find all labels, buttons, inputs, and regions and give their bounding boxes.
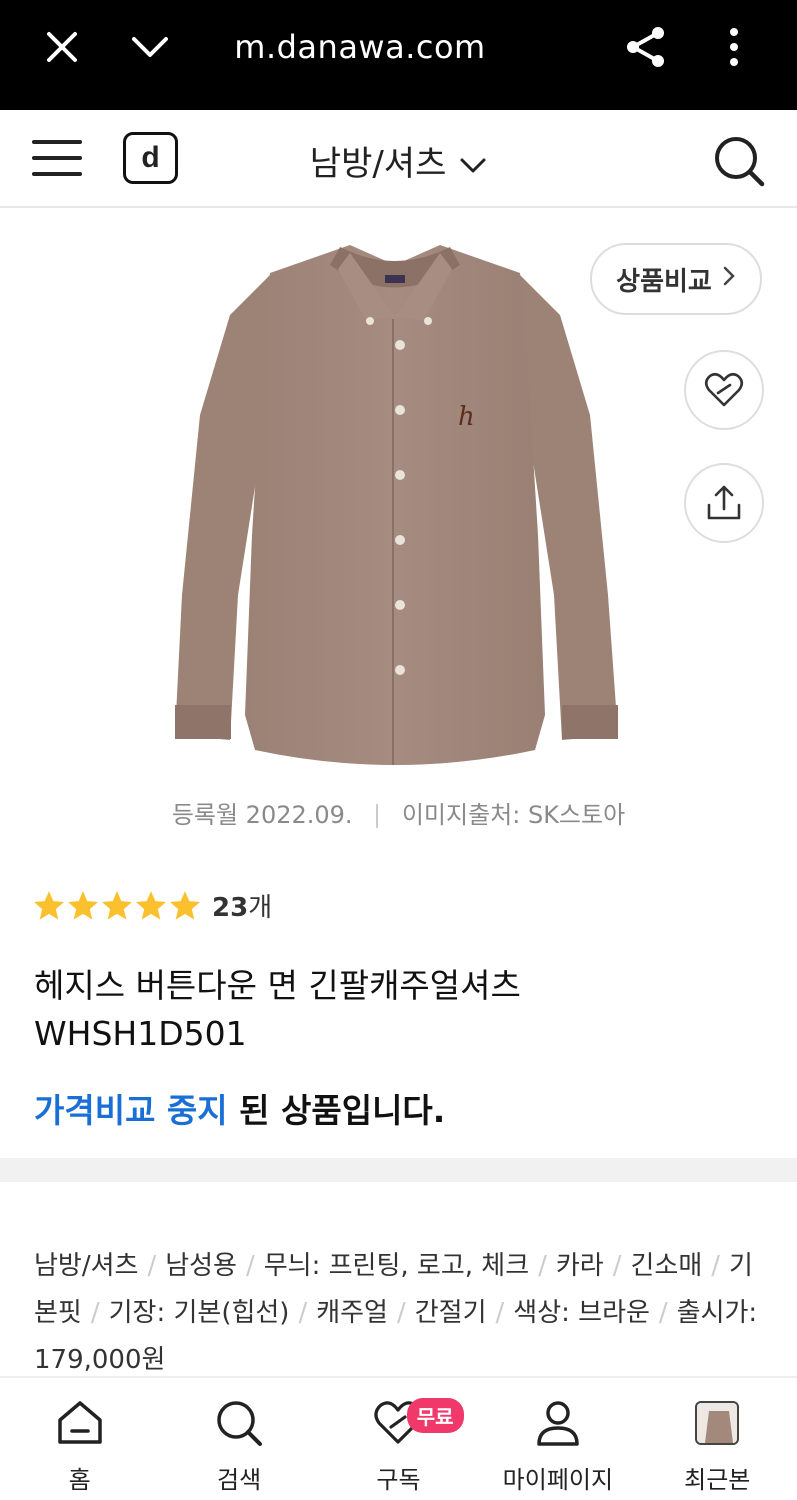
spec-item: 카라 — [555, 1251, 604, 1281]
nav-subscribe-label: 구독 — [376, 1466, 421, 1494]
search-icon — [212, 1396, 266, 1450]
heart-link-icon — [704, 372, 744, 407]
rating-count: 23개 — [212, 887, 272, 924]
section-divider — [0, 1158, 797, 1182]
registered-date: 등록월 2022.09. — [171, 801, 353, 829]
product-title: 헤지스 버튼다운 면 긴팔캐주얼셔츠 WHSH1D501 — [34, 962, 774, 1058]
free-badge: 무료 — [406, 1398, 464, 1433]
home-icon — [53, 1396, 107, 1450]
spec-item: 기장: 기본(힙선) — [108, 1298, 290, 1328]
spec-item: 무늬: 프린팅, 로고, 체크 — [263, 1251, 530, 1281]
product-image-area: h 상품비교 등록월 2022.09. 이미지출처: SK스토아 — [0, 210, 797, 850]
nav-search-label: 검색 — [217, 1466, 262, 1494]
star-icon — [101, 890, 133, 920]
rating-count-unit: 개 — [248, 893, 273, 923]
nav-subscribe[interactable]: 무료 구독 — [319, 1378, 478, 1500]
price-compare-notice: 가격비교 중지 된 상품입니다. — [34, 1084, 445, 1132]
category-label: 남방/셔츠 — [309, 144, 447, 184]
category-dropdown[interactable]: 남방/셔츠 — [0, 136, 797, 185]
rating[interactable]: 23개 — [32, 887, 272, 924]
svg-text:h: h — [458, 402, 475, 432]
nav-home[interactable]: 홈 — [0, 1378, 159, 1500]
spec-item: 간절기 — [414, 1298, 487, 1328]
upload-share-icon — [707, 485, 741, 520]
spec-item: 색상: 브라운 — [513, 1298, 650, 1328]
url-text[interactable]: m.danawa.com — [0, 28, 720, 66]
nav-recent-label: 최근본 — [684, 1466, 751, 1494]
search-icon[interactable] — [712, 134, 766, 188]
person-icon — [531, 1396, 585, 1450]
browser-bar: m.danawa.com — [0, 0, 797, 110]
notice-highlight: 가격비교 중지 — [34, 1091, 228, 1130]
share-button[interactable] — [684, 463, 764, 543]
site-header: d 남방/셔츠 — [0, 110, 797, 208]
product-model: WHSH1D501 — [34, 1014, 247, 1053]
more-vert-icon[interactable] — [712, 25, 756, 69]
image-source: 이미지출처: SK스토아 — [401, 801, 626, 829]
product-specs: 남방/셔츠 / 남성용 / 무늬: 프린팅, 로고, 체크 / 카라 / 긴소매 / 기본핏 / 기장:… — [34, 1251, 758, 1375]
chevron-down-icon — [460, 158, 486, 172]
recent-product-thumbnail — [690, 1396, 744, 1450]
nav-mypage[interactable]: 마이페이지 — [478, 1378, 637, 1500]
divider — [376, 804, 379, 828]
star-icon — [135, 890, 167, 920]
wishlist-button[interactable] — [684, 350, 764, 430]
share-icon[interactable] — [624, 25, 668, 69]
nav-recent[interactable]: 최근본 — [638, 1378, 797, 1500]
spec-item: 긴소매 — [630, 1251, 703, 1281]
spec-item: 남방/셔츠 — [34, 1251, 139, 1281]
spec-item: 캐주얼 — [316, 1298, 388, 1328]
notice-text: 된 상품입니다. — [227, 1091, 446, 1130]
compare-label: 상품비교 — [616, 266, 712, 297]
spec-item: 남성용 — [165, 1251, 237, 1281]
product-meta: 등록월 2022.09. 이미지출처: SK스토아 — [0, 795, 797, 830]
star-icon — [169, 890, 201, 920]
product-image[interactable]: h — [160, 235, 630, 775]
nav-home-label: 홈 — [68, 1466, 91, 1494]
bottom-nav: 홈 검색 무료 구독 마이페이지 최근본 — [0, 1376, 797, 1500]
star-icon — [67, 890, 99, 920]
compare-button[interactable]: 상품비교 — [590, 243, 762, 315]
nav-search[interactable]: 검색 — [159, 1378, 318, 1500]
chevron-right-icon — [722, 264, 736, 294]
rating-count-number: 23 — [212, 893, 249, 923]
nav-mypage-label: 마이페이지 — [502, 1466, 614, 1494]
star-icon — [33, 890, 65, 920]
product-title-line1: 헤지스 버튼다운 면 긴팔캐주얼셔츠 — [34, 966, 521, 1005]
